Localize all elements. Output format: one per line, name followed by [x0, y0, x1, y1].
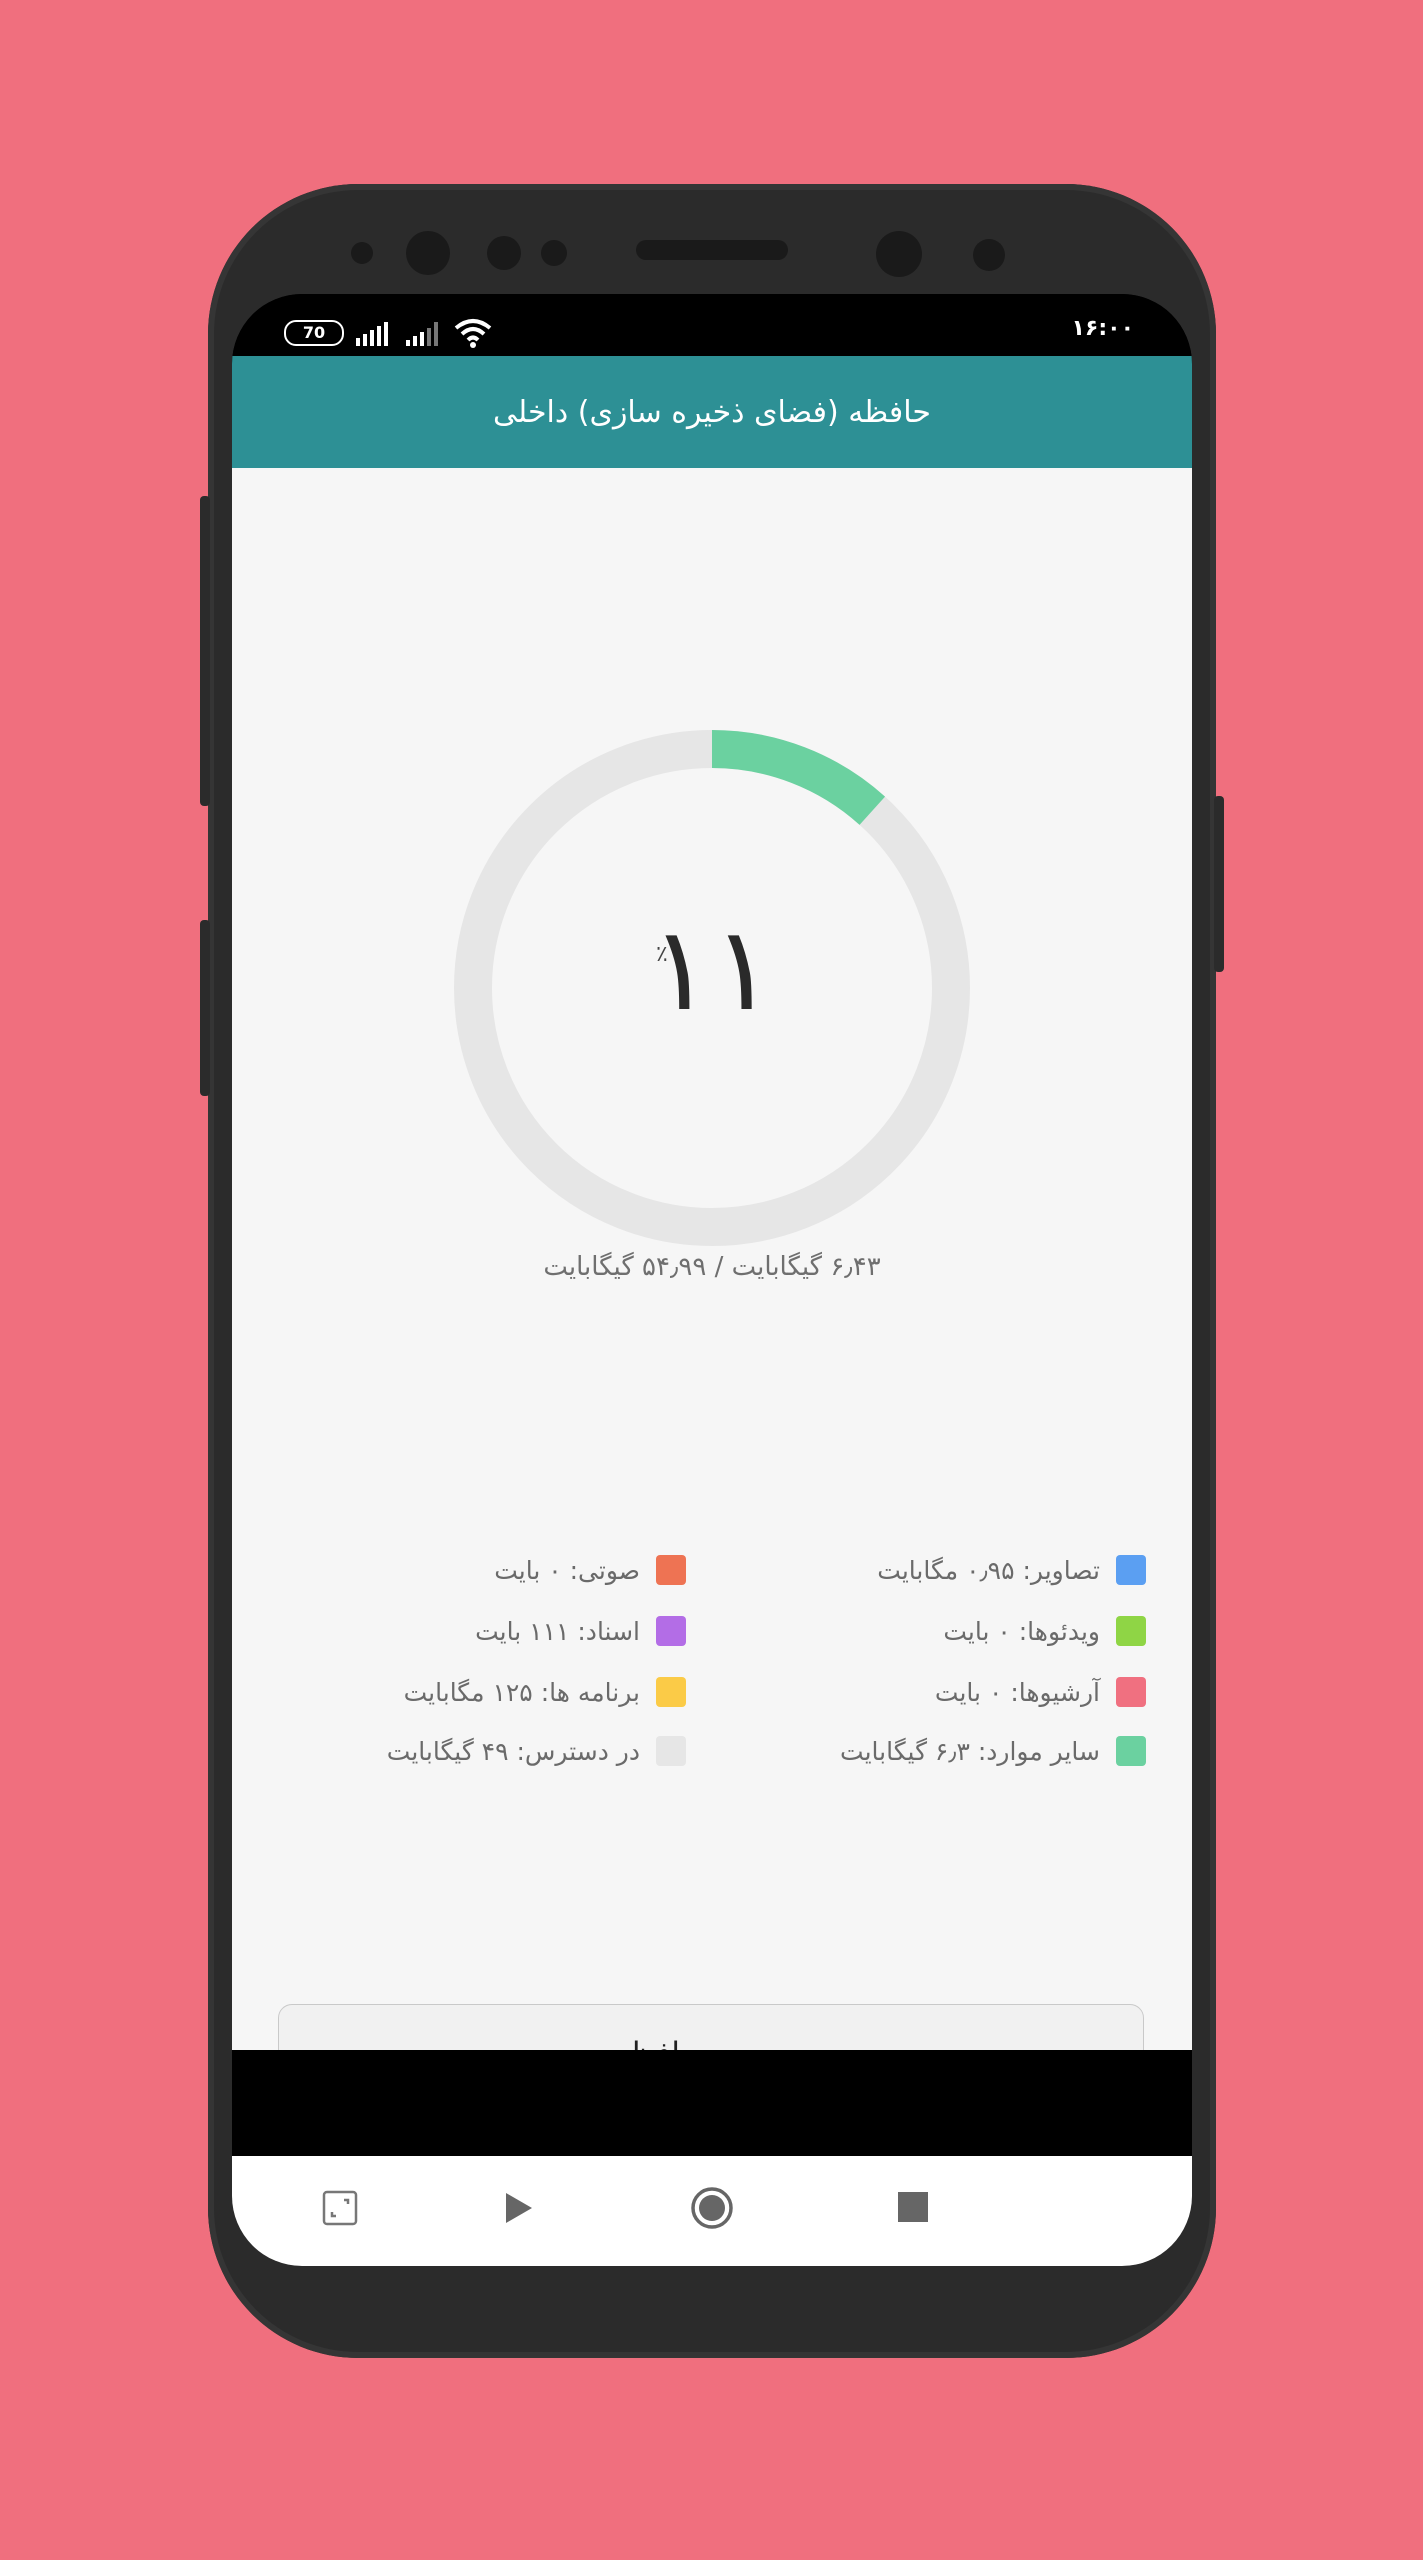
legend-label: ویدئوها: ۰ بایت — [943, 1616, 1100, 1646]
legend-label: سایر موارد: ۶٫۳ گیگابایت — [840, 1736, 1100, 1766]
battery-indicator: 70 — [284, 320, 344, 346]
clock: ۱۶:۰۰ — [1071, 316, 1134, 341]
percent-value: ۱۱ — [649, 902, 775, 1037]
legend-label: صوتی: ۰ بایت — [494, 1555, 640, 1585]
status-bar: 70 ۱۶:۰۰ — [232, 294, 1192, 356]
legend-label: برنامه ها: ۱۲۵ مگابایت — [403, 1677, 640, 1707]
sensor-dot — [351, 242, 373, 264]
recents-icon[interactable] — [896, 2190, 930, 2224]
screenshot-icon[interactable] — [322, 2190, 358, 2226]
legend-item-audio: صوتی: ۰ بایت — [494, 1553, 686, 1587]
legend-item-archives: آرشیوها: ۰ بایت — [935, 1675, 1146, 1709]
storage-content: ٪ ۱۱ ۶٫۴۳ گیگابایت / ۵۴٫۹۹ گیگابایت تصاو… — [232, 468, 1192, 2104]
legend-label: تصاویر: ۰٫۹۵ مگابایت — [877, 1555, 1100, 1585]
front-camera — [876, 231, 922, 277]
wifi-icon — [454, 319, 492, 348]
sensor-dot — [541, 240, 567, 266]
screen: 70 ۱۶:۰۰ حافظه (فضای ذخیره سازی) داخلی ٪… — [232, 294, 1192, 2266]
legend-item-available: در دسترس: ۴۹ گیگابایت — [387, 1734, 686, 1768]
power-key — [200, 920, 210, 1096]
front-camera — [406, 231, 450, 275]
page-title: حافظه (فضای ذخیره سازی) داخلی — [493, 394, 931, 430]
signal-icon — [356, 320, 392, 346]
earpiece-speaker — [636, 240, 788, 260]
home-icon[interactable] — [690, 2186, 734, 2230]
legend-label: آرشیوها: ۰ بایت — [934, 1677, 1100, 1707]
legend-swatch — [656, 1555, 686, 1585]
play-icon[interactable] — [500, 2190, 536, 2226]
percent-sign: ٪ — [656, 942, 668, 967]
legend-item-apps: برنامه ها: ۱۲۵ مگابایت — [404, 1675, 686, 1709]
legend-swatch — [656, 1677, 686, 1707]
legend-swatch — [1116, 1616, 1146, 1646]
side-key-right — [1214, 796, 1224, 972]
legend-item-videos: ویدئوها: ۰ بایت — [943, 1614, 1146, 1648]
legend-swatch — [656, 1616, 686, 1646]
signal-icon — [406, 320, 442, 346]
sensor-dot — [973, 239, 1005, 271]
navigation-bar — [232, 2156, 1192, 2266]
legend-swatch — [1116, 1736, 1146, 1766]
usage-percent: ٪ ۱۱ — [612, 900, 812, 1040]
legend-item-images: تصاویر: ۰٫۹۵ مگابایت — [877, 1553, 1146, 1587]
legend-swatch — [656, 1736, 686, 1766]
app-bar: حافظه (فضای ذخیره سازی) داخلی — [232, 356, 1192, 468]
legend-item-other: سایر موارد: ۶٫۳ گیگابایت — [840, 1734, 1146, 1768]
bottom-spacer — [232, 2050, 1192, 2156]
legend-item-documents: اسناد: ۱۱۱ بایت — [475, 1614, 686, 1648]
usage-summary: ۶٫۴۳ گیگابایت / ۵۴٫۹۹ گیگابایت — [543, 1252, 881, 1282]
legend-label: اسناد: ۱۱۱ بایت — [475, 1616, 640, 1646]
sensor-dot — [487, 236, 521, 270]
legend-swatch — [1116, 1677, 1146, 1707]
volume-key — [200, 496, 210, 806]
legend-swatch — [1116, 1555, 1146, 1585]
legend-label: در دسترس: ۴۹ گیگابایت — [386, 1736, 640, 1766]
